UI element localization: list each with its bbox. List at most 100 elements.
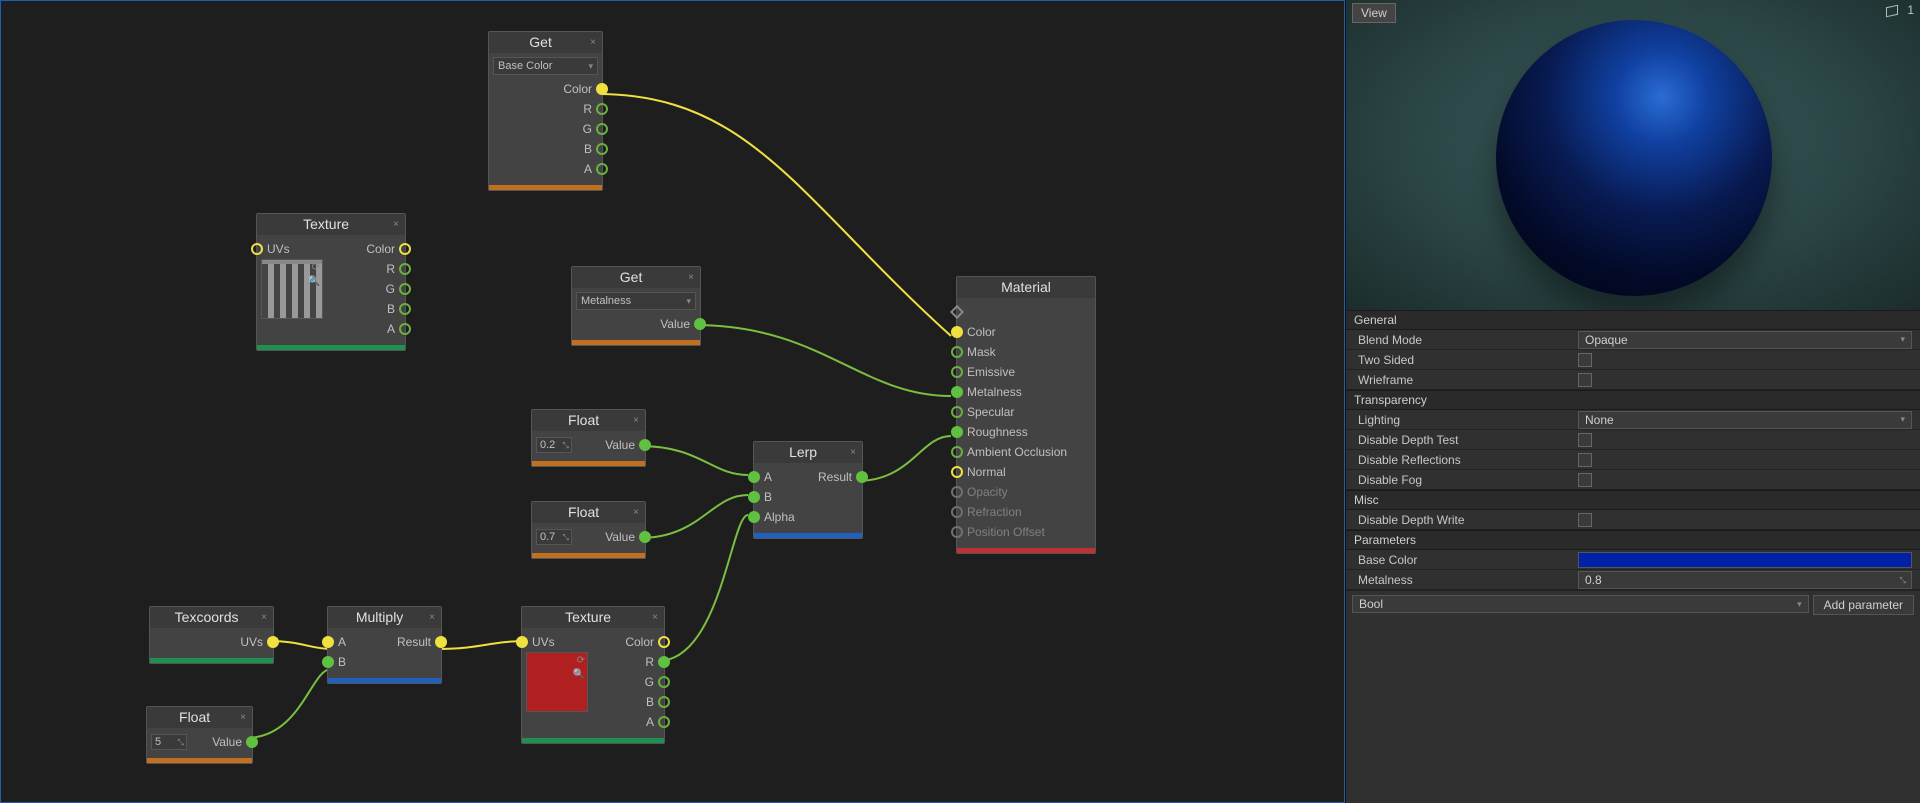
port-b-out[interactable] [596, 143, 608, 155]
port-result-out[interactable] [856, 471, 868, 483]
close-icon[interactable]: × [391, 219, 401, 230]
close-icon[interactable]: × [588, 37, 598, 48]
refresh-icon[interactable]: ⟳ [312, 262, 320, 273]
node-float-3[interactable]: Float× 5⤢ Value [146, 706, 253, 764]
reflections-check[interactable] [1578, 453, 1592, 467]
depth-write-check[interactable] [1578, 513, 1592, 527]
port-a-out[interactable] [596, 163, 608, 175]
add-parameter-button[interactable]: Add parameter [1813, 595, 1914, 615]
port-g-out[interactable] [658, 676, 670, 688]
port-b-out[interactable] [658, 696, 670, 708]
close-icon[interactable]: × [650, 612, 660, 623]
port-opacity-in[interactable] [951, 486, 963, 498]
node-get-basecolor[interactable]: Get× Base Color▾ Color R G B A [488, 31, 603, 191]
close-icon[interactable]: × [686, 272, 696, 283]
port-color-out[interactable] [596, 83, 608, 95]
zoom-icon[interactable]: 🔍 [308, 276, 320, 287]
cube-icon[interactable] [1883, 3, 1901, 17]
blend-mode-select[interactable]: Opaque▾ [1578, 331, 1912, 349]
node-texture-2[interactable]: Texture× UVs ⟳🔍 Color R G B A [521, 606, 665, 744]
node-lerp[interactable]: Lerp× AResult B Alpha [753, 441, 863, 539]
port-refraction-in[interactable] [951, 506, 963, 518]
lighting-select[interactable]: None▾ [1578, 411, 1912, 429]
port-a-in[interactable] [748, 471, 760, 483]
two-sided-check[interactable] [1578, 353, 1592, 367]
port-a-out[interactable] [658, 716, 670, 728]
port-a-in[interactable] [322, 636, 334, 648]
refresh-icon[interactable]: ⟳ [577, 655, 585, 666]
node-title: Texture [526, 609, 650, 625]
float-input[interactable]: 5⤢ [151, 734, 187, 750]
port-ao-in[interactable] [951, 446, 963, 458]
get-param-select[interactable]: Base Color▾ [493, 57, 598, 75]
port-r-out[interactable] [399, 263, 411, 275]
port-g-out[interactable] [399, 283, 411, 295]
port-metalness-in[interactable] [951, 386, 963, 398]
node-graph-canvas[interactable]: Texture× UVs ⟳🔍 Color R G B A Get× Base … [0, 0, 1345, 803]
port-mask-in[interactable] [951, 346, 963, 358]
material-preview[interactable]: View 1 [1346, 0, 1920, 310]
port-specular-in[interactable] [951, 406, 963, 418]
base-color-swatch[interactable] [1578, 552, 1912, 568]
port-emissive-in[interactable] [951, 366, 963, 378]
wireframe-check[interactable] [1578, 373, 1592, 387]
node-get-metalness[interactable]: Get× Metalness▾ Value [571, 266, 701, 346]
prop-label: Disable Fog [1346, 473, 1578, 487]
chevron-down-icon: ▾ [1900, 334, 1905, 345]
port-color-in[interactable] [951, 326, 963, 338]
port-uvs-in[interactable] [251, 243, 263, 255]
port-a-out[interactable] [399, 323, 411, 335]
chevron-down-icon: ▾ [1797, 599, 1802, 610]
close-icon[interactable]: × [238, 712, 248, 723]
metalness-input[interactable]: 0.8⤢ [1578, 571, 1912, 589]
port-r-out[interactable] [658, 656, 670, 668]
port-value-out[interactable] [694, 318, 706, 330]
prop-label: Disable Depth Test [1346, 433, 1578, 447]
depth-test-check[interactable] [1578, 433, 1592, 447]
port-b-in[interactable] [748, 491, 760, 503]
close-icon[interactable]: × [631, 507, 641, 518]
zoom-icon[interactable]: 🔍 [573, 669, 585, 680]
node-material[interactable]: Material Color Mask Emissive Metalness S… [956, 276, 1096, 554]
node-float-2[interactable]: Float× 0.7⤢ Value [531, 501, 646, 559]
node-title: Get [493, 34, 588, 50]
port-result-out[interactable] [435, 636, 447, 648]
float-input[interactable]: 0.7⤢ [536, 529, 572, 545]
chevron-down-icon: ▾ [1900, 414, 1905, 425]
node-texture-1[interactable]: Texture× UVs ⟳🔍 Color R G B A [256, 213, 406, 351]
close-icon[interactable]: × [259, 612, 269, 623]
node-float-1[interactable]: Float× 0.2⤢ Value [531, 409, 646, 467]
fog-check[interactable] [1578, 473, 1592, 487]
port-normal-in[interactable] [951, 466, 963, 478]
port-uvs-in[interactable] [516, 636, 528, 648]
close-icon[interactable]: × [631, 415, 641, 426]
port-g-out[interactable] [596, 123, 608, 135]
port-uvs-out[interactable] [267, 636, 279, 648]
port-b-in[interactable] [322, 656, 334, 668]
param-type-select[interactable]: Bool▾ [1352, 595, 1809, 613]
port-b-out[interactable] [399, 303, 411, 315]
port-alpha-in[interactable] [748, 511, 760, 523]
port-value-out[interactable] [246, 736, 258, 748]
port-r-out[interactable] [596, 103, 608, 115]
view-button[interactable]: View [1352, 3, 1396, 23]
chevron-down-icon: ▾ [588, 61, 593, 72]
texture-preview[interactable]: ⟳🔍 [526, 652, 588, 712]
port-posoff-in[interactable] [951, 526, 963, 538]
port-roughness-in[interactable] [951, 426, 963, 438]
close-icon[interactable]: × [427, 612, 437, 623]
node-title: Texcoords [154, 609, 259, 625]
exec-port[interactable] [950, 305, 964, 319]
float-input[interactable]: 0.2⤢ [536, 437, 572, 453]
get-param-select[interactable]: Metalness▾ [576, 292, 696, 310]
port-color-out[interactable] [658, 636, 670, 648]
node-multiply[interactable]: Multiply× AResult B [327, 606, 442, 684]
port-color-out[interactable] [399, 243, 411, 255]
properties-list[interactable]: General Blend Mode Opaque▾ Two Sided Wri… [1346, 310, 1920, 803]
close-icon[interactable]: × [848, 447, 858, 458]
port-value-out[interactable] [639, 439, 651, 451]
node-title: Get [576, 269, 686, 285]
texture-preview[interactable]: ⟳🔍 [261, 259, 323, 319]
port-value-out[interactable] [639, 531, 651, 543]
node-texcoords[interactable]: Texcoords× UVs [149, 606, 274, 664]
